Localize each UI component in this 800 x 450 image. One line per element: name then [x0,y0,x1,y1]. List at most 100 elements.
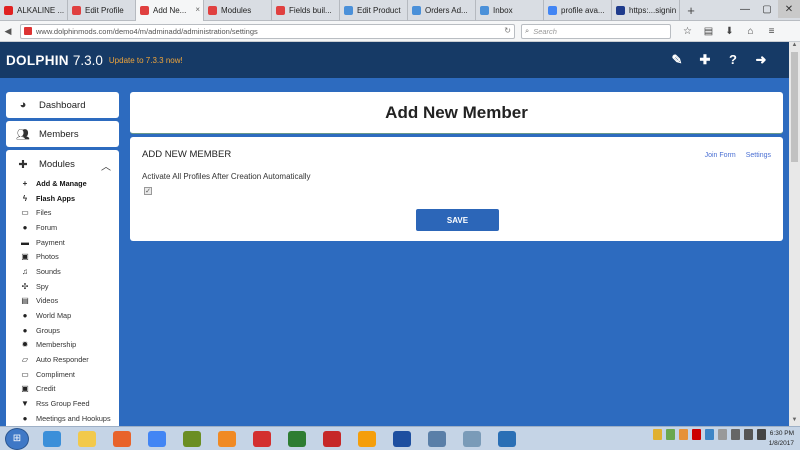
browser-tab[interactable]: https:...signin [612,0,680,21]
maximize-icon[interactable]: ▢ [756,0,778,18]
search-input[interactable]: ⌕ Search [521,23,671,39]
browser-tab[interactable]: Inbox [476,0,544,21]
taskbar-app-button[interactable] [490,428,523,450]
browser-tab[interactable]: Fields buil... [272,0,340,21]
taskbar-app-button[interactable] [420,428,453,450]
module-item[interactable]: ϟ Flash Apps [6,191,119,206]
browser-tab[interactable]: Orders Ad... [408,0,476,21]
back-icon[interactable]: ◀ [0,23,16,39]
sidebar-item-label: Members [39,128,79,140]
app-icon [427,430,446,447]
help-icon[interactable]: ? [719,52,747,68]
star-icon[interactable]: ☆ [677,26,698,37]
taskbar-app-button[interactable] [105,428,138,450]
taskbar-app-button[interactable] [350,428,383,450]
menu-icon[interactable]: ≡ [761,26,782,37]
module-item[interactable]: ▼ Rss Group Feed [6,396,119,411]
module-item[interactable]: ● Forum [6,220,119,235]
module-item[interactable]: ✹ Membership [6,338,119,353]
settings-link[interactable]: Settings [746,152,771,159]
logout-icon[interactable]: ➜ [747,52,775,68]
module-item[interactable]: ● Groups [6,323,119,338]
module-item[interactable]: ▬ Payment [6,235,119,250]
sidebar-item-modules[interactable]: ✚ Modules ︿ [6,152,119,176]
save-button[interactable]: SAVE [416,209,499,231]
browser-tab[interactable]: profile ava... [544,0,612,21]
taskbar-app-button[interactable] [280,428,313,450]
tray-icon[interactable] [666,429,675,440]
close-icon[interactable]: ✕ [778,0,800,18]
module-item[interactable]: ▤ Videos [6,294,119,309]
taskbar-app-button[interactable] [245,428,278,450]
home-icon[interactable]: ⌂ [740,26,761,37]
module-item[interactable]: ▭ Files [6,205,119,220]
module-icon: ✹ [21,340,29,350]
tray-icon[interactable] [718,429,727,440]
reading-list-icon[interactable]: ▤ [698,26,719,37]
browser-tab[interactable]: Add Ne... × [136,0,204,21]
scroll-down-icon[interactable]: ▼ [789,417,800,426]
module-item[interactable]: ♫ Sounds [6,264,119,279]
tab-favicon-icon [412,6,421,15]
start-button[interactable]: ⊞ [5,427,29,450]
puzzle-icon[interactable]: ✚ [691,52,719,68]
volume-icon[interactable] [757,429,766,440]
brand-name[interactable]: DOLPHIN [6,53,69,68]
page-scrollbar[interactable]: ▲ ▼ [789,42,800,426]
tray-icon[interactable] [705,429,714,440]
module-item[interactable]: ▱ Auto Responder [6,352,119,367]
taskbar-app-button[interactable] [70,428,103,450]
new-tab-button[interactable]: + [680,0,702,20]
tab-label: Fields buil... [289,6,332,15]
url-bar[interactable]: www.dolphinmods.com/demo4/m/adminadd/adm… [20,23,515,39]
module-item-label: Membership [36,340,77,350]
module-item[interactable]: ● World Map [6,308,119,323]
taskbar-app-button[interactable] [210,428,243,450]
url-text: www.dolphinmods.com/demo4/m/adminadd/adm… [36,26,258,36]
module-item-label: Credit [36,384,56,394]
module-icon: ♫ [22,266,28,276]
browser-tab[interactable]: Edit Product [340,0,408,21]
close-tab-icon[interactable]: × [195,5,200,14]
taskbar-app-button[interactable] [175,428,208,450]
taskbar-app-button[interactable] [385,428,418,450]
scroll-up-icon[interactable]: ▲ [789,42,800,51]
module-item[interactable]: ✣ Spy [6,279,119,294]
scroll-thumb[interactable] [791,52,798,162]
browser-tab[interactable]: Modules [204,0,272,21]
taskbar-app-button[interactable] [315,428,348,450]
browser-tab[interactable]: ALKALINE ... [0,0,68,21]
tray-icon[interactable] [679,429,688,440]
module-item[interactable]: ● Meetings and Hookups [6,411,119,426]
tab-favicon-icon [4,6,13,15]
join-form-link[interactable]: Join Form [705,152,736,159]
app-icon [42,430,61,447]
tray-icon[interactable] [653,429,662,440]
system-clock[interactable]: 6:30 PM 1/8/2017 [769,429,794,449]
download-icon[interactable]: ⬇ [719,26,740,37]
flag-icon[interactable] [731,429,740,440]
edit-icon[interactable]: ✎ [663,52,691,68]
sidebar-item-members[interactable]: 👥︎ Members [6,121,119,147]
chevron-up-icon[interactable]: ︿ [101,158,111,173]
minimize-icon[interactable]: — [734,0,756,18]
browser-tab[interactable]: Edit Profile [68,0,136,21]
module-item[interactable]: ▭ Compliment [6,367,119,382]
activate-profiles-checkbox[interactable]: ✓ [144,187,152,195]
module-item-label: Forum [36,222,58,232]
sidebar-item-dashboard[interactable]: ◕ Dashboard [6,92,119,118]
module-item[interactable]: ▣ Photos [6,249,119,264]
update-notice-link[interactable]: Update to 7.3.3 now! [109,56,183,65]
module-item[interactable]: + Add & Manage [6,176,119,191]
module-item[interactable]: ▣ Credit [6,382,119,397]
module-item-label: Sounds [36,266,61,276]
window-controls: — ▢ ✕ [734,0,800,18]
taskbar-app-button[interactable] [140,428,173,450]
module-icon: ▭ [21,369,29,379]
network-icon[interactable] [744,429,753,440]
search-placeholder: Search [533,26,557,36]
tray-icon[interactable] [692,429,701,440]
reload-icon[interactable]: ↻ [504,26,511,35]
taskbar-app-button[interactable] [455,428,488,450]
taskbar-app-button[interactable] [35,428,68,450]
